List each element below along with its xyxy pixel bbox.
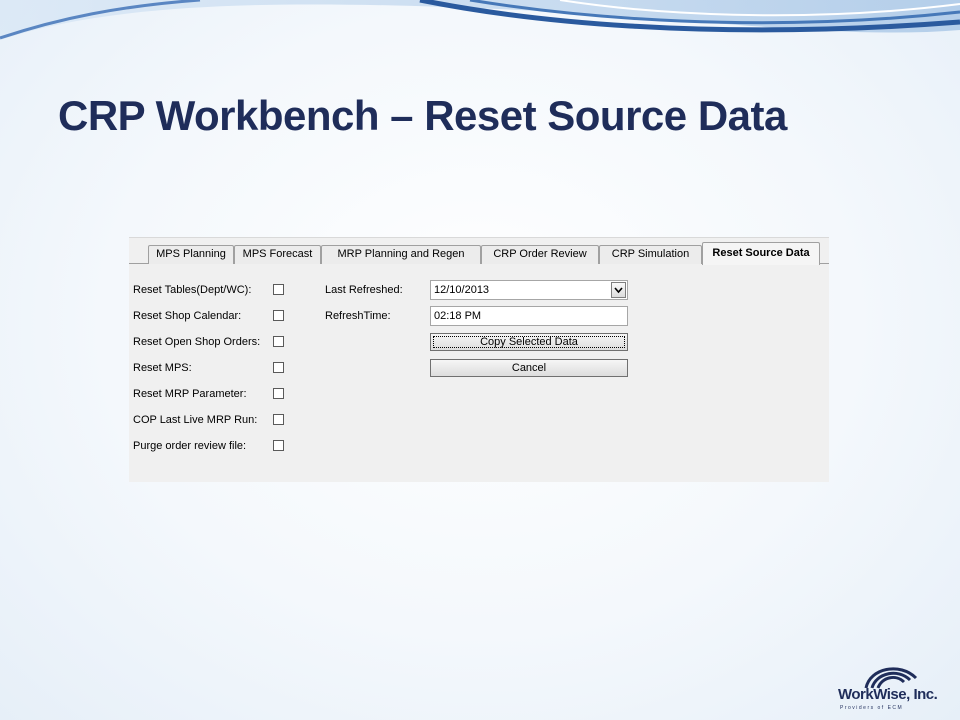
cancel-button[interactable]: Cancel xyxy=(430,359,628,377)
tab-reset-source-data[interactable]: Reset Source Data xyxy=(702,242,820,265)
logo-tagline: Providers of ECM xyxy=(840,705,904,711)
reset-source-data-panel: Reset Tables(Dept/WC): Reset Shop Calend… xyxy=(129,264,829,483)
tab-mrp-planning-regen[interactable]: MRP Planning and Regen xyxy=(321,245,481,264)
reset-shop-calendar-label: Reset Shop Calendar: xyxy=(133,310,242,322)
crp-workbench-window: MPS Planning MPS Forecast MRP Planning a… xyxy=(129,237,829,482)
last-refreshed-value: 12/10/2013 xyxy=(434,284,490,296)
reset-open-shop-orders-label: Reset Open Shop Orders: xyxy=(133,336,261,348)
tab-strip: MPS Planning MPS Forecast MRP Planning a… xyxy=(129,242,829,265)
tab-mps-planning[interactable]: MPS Planning xyxy=(148,245,234,264)
last-refreshed-label: Last Refreshed: xyxy=(325,284,403,296)
reset-mrp-parameter-checkbox[interactable] xyxy=(273,388,284,399)
slide-title: CRP Workbench – Reset Source Data xyxy=(58,92,787,139)
purge-order-review-file-checkbox[interactable] xyxy=(273,440,284,451)
refresh-time-label: RefreshTime: xyxy=(325,310,391,322)
last-refreshed-select[interactable]: 12/10/2013 xyxy=(430,280,628,300)
purge-order-review-file-label: Purge order review file: xyxy=(133,440,247,452)
reset-tables-label: Reset Tables(Dept/WC): xyxy=(133,284,252,296)
tab-mps-forecast[interactable]: MPS Forecast xyxy=(234,245,321,264)
tab-crp-order-review[interactable]: CRP Order Review xyxy=(481,245,599,264)
chevron-down-icon[interactable] xyxy=(611,282,626,298)
cop-last-live-mrp-run-label: COP Last Live MRP Run: xyxy=(133,414,258,426)
reset-tables-checkbox[interactable] xyxy=(273,284,284,295)
reset-open-shop-orders-checkbox[interactable] xyxy=(273,336,284,347)
copy-selected-data-button[interactable]: Copy Selected Data xyxy=(430,333,628,351)
tab-crp-simulation[interactable]: CRP Simulation xyxy=(599,245,702,264)
reset-mps-checkbox[interactable] xyxy=(273,362,284,373)
header-swoosh-decoration xyxy=(0,0,960,40)
reset-shop-calendar-checkbox[interactable] xyxy=(273,310,284,321)
workwise-logo: WorkWise, Inc. Providers of ECM xyxy=(830,660,952,716)
cop-last-live-mrp-run-checkbox[interactable] xyxy=(273,414,284,425)
reset-mps-label: Reset MPS: xyxy=(133,362,192,374)
logo-name: WorkWise, Inc. xyxy=(838,686,938,703)
reset-mrp-parameter-label: Reset MRP Parameter: xyxy=(133,388,247,400)
refresh-time-input[interactable] xyxy=(430,306,628,326)
